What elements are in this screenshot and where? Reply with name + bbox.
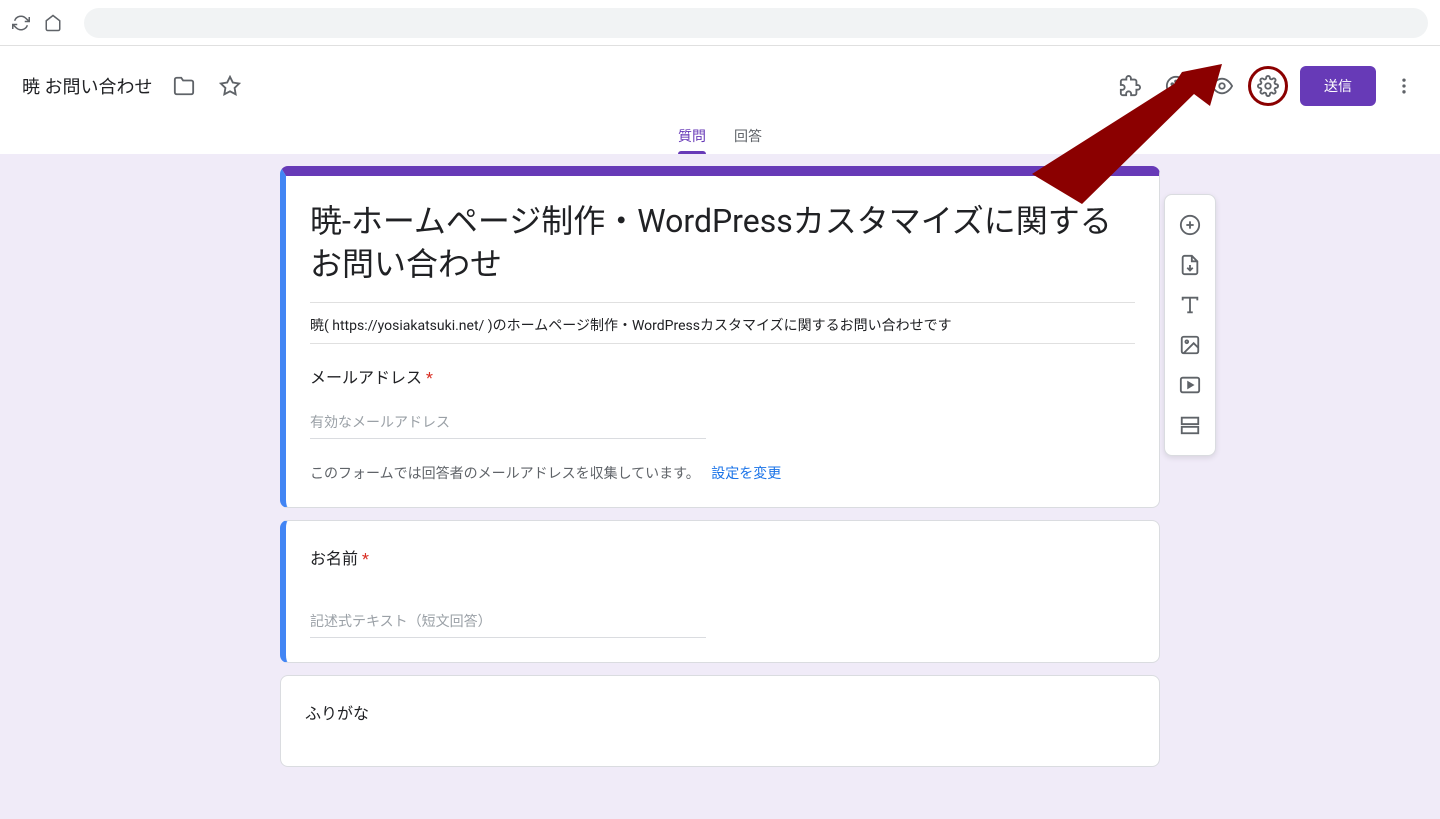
question-card-name[interactable]: お名前* [280,520,1160,663]
settings-icon[interactable] [1248,66,1288,106]
form-description[interactable]: 暁( https://yosiakatsuki.net/ )のホームページ制作・… [310,302,1135,344]
short-answer-field [310,605,706,638]
browser-bar [0,0,1440,46]
home-icon[interactable] [44,14,62,32]
more-icon[interactable] [1384,66,1424,106]
tabs: 質問 回答 [16,118,1424,154]
import-questions-icon[interactable] [1172,247,1208,283]
question-label[interactable]: ふりがな [305,700,1135,724]
form-header-card[interactable]: 暁-ホームページ制作・WordPressカスタマイズに関するお問い合わせ 暁( … [280,166,1160,508]
url-bar[interactable] [84,8,1428,38]
header-top: 暁 お問い合わせ 送信 [16,54,1424,118]
reload-icon[interactable] [12,14,30,32]
document-title[interactable]: 暁 お問い合わせ [16,69,158,103]
tab-responses[interactable]: 回答 [720,118,776,154]
add-question-icon[interactable] [1172,207,1208,243]
form-area: 暁-ホームページ制作・WordPressカスタマイズに関するお問い合わせ 暁( … [260,166,1180,819]
email-label: メールアドレス* [310,364,1135,388]
folder-icon[interactable] [164,66,204,106]
app-header: 暁 お問い合わせ 送信 質問 回答 [0,46,1440,154]
side-toolbar [1164,194,1216,456]
palette-icon[interactable] [1156,66,1196,106]
star-icon[interactable] [210,66,250,106]
question-label[interactable]: お名前* [310,545,1135,569]
addons-icon[interactable] [1110,66,1150,106]
question-card-furigana[interactable]: ふりがな [280,675,1160,767]
collect-note: このフォームでは回答者のメールアドレスを収集しています。 設定を変更 [310,463,1135,483]
send-button[interactable]: 送信 [1300,66,1376,106]
email-field[interactable] [310,406,706,439]
add-title-icon[interactable] [1172,287,1208,323]
add-section-icon[interactable] [1172,407,1208,443]
add-video-icon[interactable] [1172,367,1208,403]
change-settings-link[interactable]: 設定を変更 [711,466,781,482]
add-image-icon[interactable] [1172,327,1208,363]
tab-questions[interactable]: 質問 [664,118,720,154]
preview-icon[interactable] [1202,66,1242,106]
form-title[interactable]: 暁-ホームページ制作・WordPressカスタマイズに関するお問い合わせ [310,200,1135,294]
